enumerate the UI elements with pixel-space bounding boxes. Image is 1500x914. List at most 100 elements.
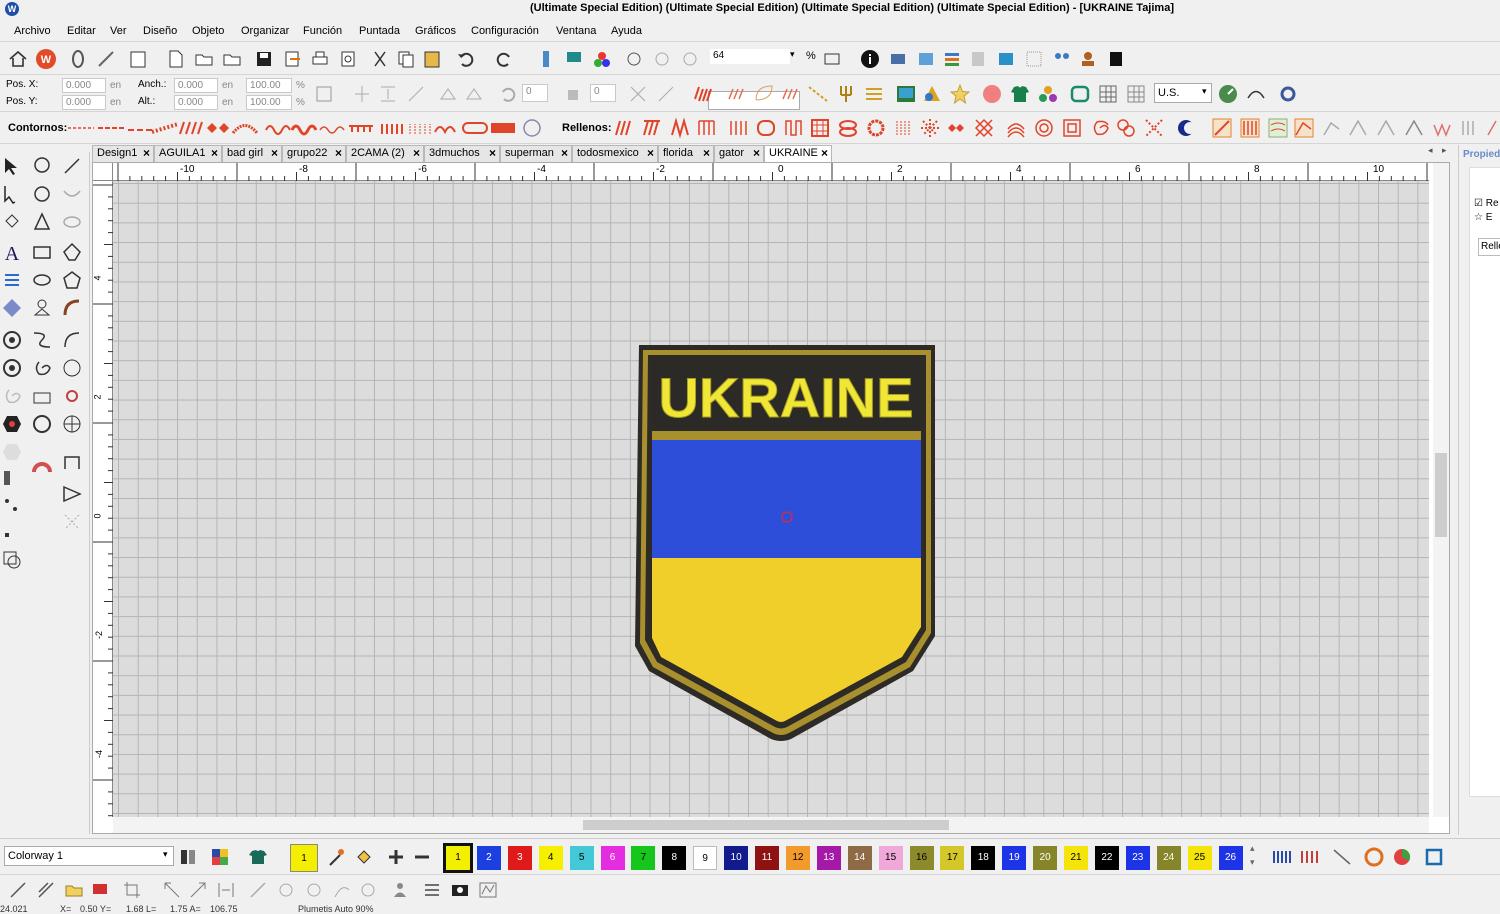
color-swatch-16[interactable]: 16 <box>909 846 934 870</box>
tab-aguila1[interactable]: AGUILA1 × <box>154 145 222 162</box>
transform-icon[interactable] <box>404 82 428 106</box>
close-icon[interactable]: × <box>703 146 710 161</box>
color-swatch-22[interactable]: 22 <box>1094 846 1119 870</box>
pentagon-tool-icon[interactable] <box>60 268 84 292</box>
rotate-tool-icon[interactable] <box>30 182 54 206</box>
triangle-tool-icon[interactable] <box>60 482 84 506</box>
flower-fill-icon[interactable] <box>864 116 888 140</box>
width-field[interactable]: 0.000 <box>174 78 218 93</box>
lattice-fill-icon[interactable] <box>972 116 996 140</box>
menu-puntada[interactable]: Puntada <box>359 25 400 37</box>
color-swatch-4[interactable]: 4 <box>538 846 563 870</box>
diamond-tool-icon[interactable] <box>0 296 24 320</box>
loop-outline-icon[interactable] <box>378 116 408 140</box>
sewing-icon[interactable] <box>274 878 298 902</box>
people-icon[interactable] <box>1050 47 1074 71</box>
menu-organizar[interactable]: Organizar <box>241 25 289 37</box>
color-swatch-5[interactable]: 5 <box>569 846 594 870</box>
shapes-icon[interactable] <box>920 82 944 106</box>
sun-icon[interactable] <box>60 384 84 408</box>
info-icon[interactable] <box>858 47 882 71</box>
palette-scroll-up-icon[interactable]: ▴ <box>1250 843 1255 854</box>
color-ring-icon[interactable] <box>1362 845 1386 869</box>
circle-dot-icon[interactable] <box>0 328 24 352</box>
menu-funcion[interactable]: Función <box>303 25 342 37</box>
stitch-edit-icon[interactable] <box>0 466 24 490</box>
menu-archivo[interactable]: Archivo <box>14 25 51 37</box>
machine-icon[interactable] <box>886 47 910 71</box>
cross-fill-icon[interactable] <box>808 116 832 140</box>
applique-icon[interactable] <box>862 82 886 106</box>
polygon-tool-icon[interactable] <box>60 240 84 264</box>
colorway-list-icon[interactable] <box>176 845 200 869</box>
pos-x-field[interactable]: 0.000 <box>62 78 106 93</box>
sewing-machine-icon[interactable] <box>30 384 54 408</box>
close-icon[interactable]: × <box>211 146 218 161</box>
paint-bucket-icon[interactable] <box>352 845 376 869</box>
menu-configuracion[interactable]: Configuración <box>471 25 539 37</box>
chevron-down-icon[interactable]: ▾ <box>1202 86 1207 97</box>
tatami-fill-icon[interactable] <box>640 116 664 140</box>
cut-icon[interactable] <box>368 47 392 71</box>
travel-start-icon[interactable] <box>622 47 646 71</box>
home-icon[interactable] <box>6 47 30 71</box>
grid-icon[interactable] <box>1022 47 1046 71</box>
arch-fill-icon[interactable] <box>1004 116 1028 140</box>
diamond-fill-icon[interactable] <box>944 116 968 140</box>
close-icon[interactable]: × <box>489 146 496 161</box>
triple-run-icon[interactable] <box>96 116 126 140</box>
print-preview-icon[interactable] <box>336 47 360 71</box>
fill-pattern-1-icon[interactable] <box>1210 116 1234 140</box>
compass-icon[interactable] <box>60 412 84 436</box>
close-icon[interactable]: × <box>821 146 828 161</box>
undo-icon[interactable] <box>454 47 478 71</box>
pattern-fill-icon[interactable] <box>668 116 692 140</box>
zigzag-outline-icon[interactable] <box>176 116 206 140</box>
ribbon-outline-icon[interactable] <box>488 116 518 140</box>
chevron-down-icon[interactable]: ▾ <box>790 49 795 60</box>
tab-bad-girl[interactable]: bad girl × <box>222 145 282 162</box>
color-wheel-icon[interactable] <box>1390 845 1414 869</box>
sewing-gray-icon[interactable] <box>302 878 326 902</box>
crescent-icon[interactable] <box>1174 116 1198 140</box>
property-item[interactable]: ☆ E <box>1474 212 1492 223</box>
distribute-icon[interactable] <box>376 82 400 106</box>
moon-icon[interactable] <box>520 116 544 140</box>
loop-gray-icon[interactable] <box>356 878 380 902</box>
tab-3dmuchos[interactable]: 3dmuchos × <box>424 145 500 162</box>
property-item[interactable]: ☑ Re <box>1474 198 1499 209</box>
height-field[interactable]: 0.000 <box>174 95 218 110</box>
color-swatch-24[interactable]: 24 <box>1156 846 1181 870</box>
grid-show-icon[interactable] <box>1096 82 1120 106</box>
fill-pattern-9-icon[interactable] <box>1430 116 1454 140</box>
design-library-icon[interactable] <box>980 82 1004 106</box>
image-icon[interactable] <box>914 47 938 71</box>
shape-tool-icon[interactable] <box>30 210 54 234</box>
thread-chart-icon[interactable] <box>1270 845 1294 869</box>
e-stitch-icon[interactable] <box>346 116 376 140</box>
fill-pattern-7-icon[interactable] <box>1374 116 1398 140</box>
rainbow-icon[interactable] <box>30 454 54 478</box>
color-swatch-18[interactable]: 18 <box>971 846 996 870</box>
satin-fill-icon[interactable] <box>612 116 636 140</box>
fill-pattern-2-icon[interactable] <box>1238 116 1262 140</box>
run-outline-icon[interactable] <box>66 116 96 140</box>
save-icon[interactable] <box>252 47 276 71</box>
network-icon[interactable] <box>60 510 84 534</box>
menu-editar[interactable]: Editar <box>67 25 96 37</box>
clipboard-icon[interactable] <box>126 47 150 71</box>
arc-outline-icon[interactable] <box>230 116 260 140</box>
align-icon[interactable] <box>350 82 374 106</box>
color-swatch-1[interactable]: 1 <box>443 843 473 873</box>
hoop-icon[interactable] <box>66 47 90 71</box>
color-swatch-2[interactable]: 2 <box>476 846 501 870</box>
concentric-fill-icon[interactable] <box>1032 116 1056 140</box>
radial-fill-icon[interactable] <box>694 116 718 140</box>
fork-icon[interactable] <box>834 82 858 106</box>
stamp-icon[interactable] <box>1076 47 1100 71</box>
spiral-gray-icon[interactable] <box>0 384 24 408</box>
blanket-outline-icon[interactable] <box>290 116 320 140</box>
stitch-dots-icon[interactable] <box>0 494 24 518</box>
tab-superman[interactable]: superman × <box>500 145 572 162</box>
horizontal-scrollbar[interactable] <box>113 817 1429 833</box>
